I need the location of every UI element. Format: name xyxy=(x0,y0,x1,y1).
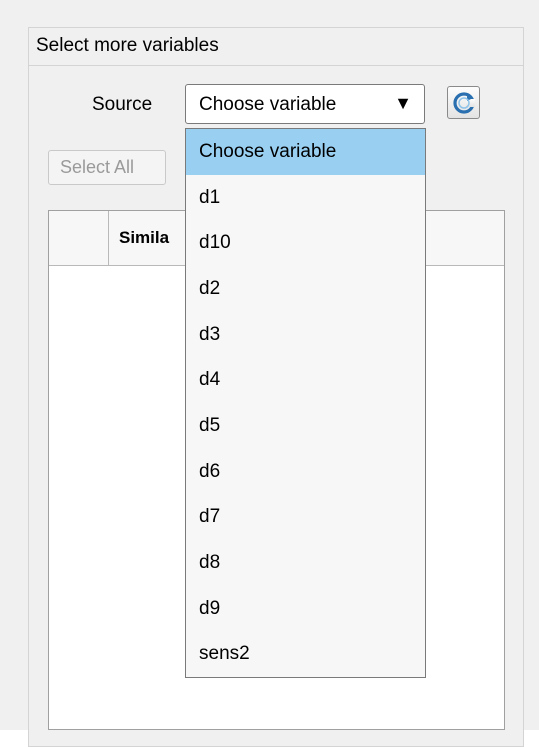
dropdown-option[interactable]: d1 xyxy=(186,175,425,221)
refresh-icon xyxy=(453,92,475,114)
source-dropdown-value: Choose variable xyxy=(199,94,337,115)
refresh-button[interactable] xyxy=(447,86,480,119)
dropdown-option[interactable]: d5 xyxy=(186,403,425,449)
dropdown-option[interactable]: d7 xyxy=(186,494,425,540)
dropdown-option[interactable]: d8 xyxy=(186,540,425,586)
dropdown-option[interactable]: d9 xyxy=(186,586,425,632)
dropdown-option[interactable]: d2 xyxy=(186,266,425,312)
table-header-index-cell xyxy=(49,211,109,265)
dropdown-option[interactable]: d6 xyxy=(186,449,425,495)
chevron-down-icon: ▼ xyxy=(394,93,412,113)
dropdown-option[interactable]: d4 xyxy=(186,357,425,403)
select-all-button[interactable]: Select All xyxy=(48,150,166,185)
table-header-similar[interactable]: Simila xyxy=(119,228,169,248)
source-dropdown[interactable]: Choose variable ▼ xyxy=(185,84,425,124)
dropdown-option[interactable]: d10 xyxy=(186,220,425,266)
source-dropdown-list: Choose variable d1 d10 d2 d3 d4 d5 d6 d7… xyxy=(185,128,426,678)
dropdown-option[interactable]: Choose variable xyxy=(186,129,425,175)
dropdown-option[interactable]: d3 xyxy=(186,312,425,358)
source-label: Source xyxy=(92,94,153,115)
dropdown-option[interactable]: sens2 xyxy=(186,631,425,677)
panel-title: Select more variables xyxy=(29,28,523,66)
